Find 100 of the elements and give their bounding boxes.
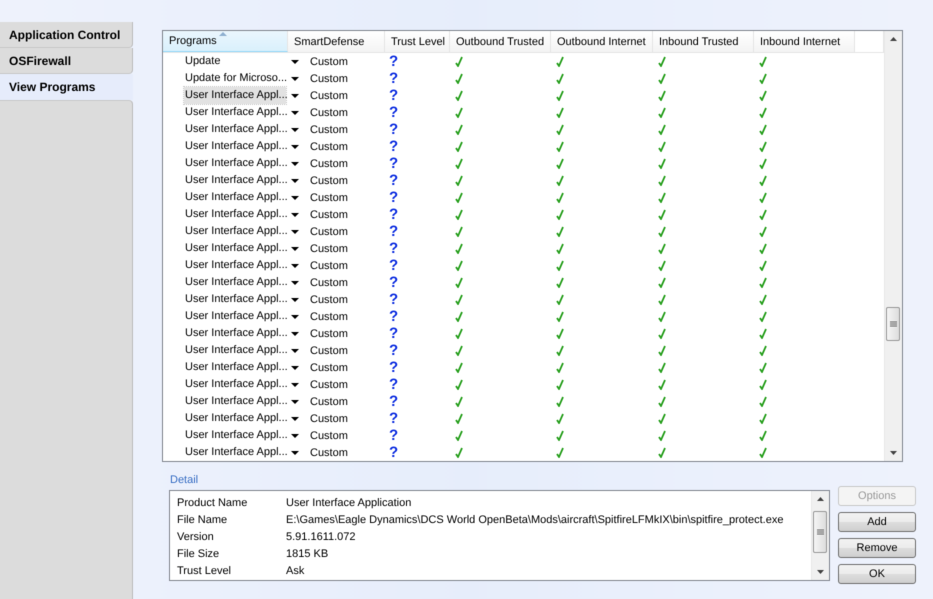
program-name[interactable]: User Interface Appl... [184,223,286,240]
column-header[interactable]: Trust Level [385,31,450,52]
program-name[interactable]: User Interface Appl... [184,444,286,461]
check-icon [455,345,463,356]
program-name[interactable]: Update for Microso... [184,70,286,87]
check-icon [455,328,463,339]
dropdown-caret-icon[interactable] [291,144,299,148]
smartdefense-value: Custom [310,226,348,238]
dropdown-caret-icon[interactable] [291,298,299,302]
program-name[interactable]: User Interface Appl... [184,87,286,104]
check-icon [658,158,666,169]
scroll-up-icon[interactable] [817,497,824,501]
scrollbar[interactable] [884,31,902,461]
dropdown-caret-icon[interactable] [291,314,299,318]
scroll-down-icon[interactable] [817,570,824,574]
trust-level-value: ? [389,394,398,409]
program-name[interactable]: User Interface Appl... [184,104,286,121]
check-icon [556,107,564,118]
dropdown-caret-icon[interactable] [291,280,299,284]
dropdown-caret-icon[interactable] [291,212,299,216]
action-button[interactable]: OK [838,564,916,584]
column-header[interactable]: Outbound Internet [551,31,653,52]
check-icon [658,243,666,254]
trust-level-value: ? [389,88,398,103]
program-name[interactable]: User Interface Appl... [184,138,286,155]
check-icon [759,430,767,441]
program-name[interactable]: User Interface Appl... [184,240,286,257]
program-name[interactable]: User Interface Appl... [184,172,286,189]
check-icon [658,107,666,118]
dropdown-caret-icon[interactable] [291,366,299,370]
dropdown-caret-icon[interactable] [291,246,299,250]
dropdown-caret-icon[interactable] [291,162,299,166]
check-icon [556,90,564,101]
program-name[interactable]: User Interface Appl... [184,291,286,308]
detail-value: 1815 KB [286,548,328,560]
dropdown-caret-icon[interactable] [291,94,299,98]
program-name[interactable]: User Interface Appl... [184,342,286,359]
program-name[interactable]: User Interface Appl... [184,121,286,138]
dropdown-caret-icon[interactable] [291,196,299,200]
program-name[interactable]: User Interface Appl... [184,427,286,444]
sidebar-tab[interactable]: Application Control [0,22,133,48]
smartdefense-value: Custom [310,90,348,102]
column-header[interactable]: Inbound Trusted [653,31,754,52]
program-name[interactable]: User Interface Appl... [184,189,286,206]
check-icon [759,209,767,220]
program-name[interactable]: User Interface Appl... [184,257,286,274]
program-name[interactable]: User Interface Appl... [184,206,286,223]
dropdown-caret-icon[interactable] [291,434,299,438]
column-header[interactable]: Outbound Trusted [450,31,551,52]
check-icon [455,430,463,441]
dropdown-caret-icon[interactable] [291,348,299,352]
trust-level-value: ? [389,360,398,375]
program-name[interactable]: User Interface Appl... [184,325,286,342]
dropdown-caret-icon[interactable] [291,230,299,234]
trust-level-value: ? [389,241,398,256]
program-name[interactable]: User Interface Appl... [184,308,286,325]
check-icon [759,413,767,424]
check-icon [759,226,767,237]
check-icon [658,413,666,424]
check-icon [658,90,666,101]
program-name[interactable]: User Interface Appl... [184,359,286,376]
dropdown-caret-icon[interactable] [291,60,299,64]
dropdown-caret-icon[interactable] [291,450,299,454]
dropdown-caret-icon[interactable] [291,382,299,386]
scrollbar[interactable] [811,491,829,580]
trust-level-value: ? [389,54,398,69]
dropdown-caret-icon[interactable] [291,332,299,336]
smartdefense-value: Custom [310,412,348,424]
column-header[interactable]: Programs [163,31,288,52]
check-icon [556,141,564,152]
program-name[interactable]: User Interface Appl... [184,376,286,393]
column-header[interactable]: Inbound Internet [754,31,855,52]
sort-icon [219,32,227,36]
dropdown-caret-icon[interactable] [291,76,299,80]
dropdown-caret-icon[interactable] [291,400,299,404]
sidebar-tab[interactable]: OSFirewall [0,48,133,74]
program-name[interactable]: User Interface Appl... [184,274,286,291]
trust-level-value: ? [389,139,398,154]
program-name[interactable]: User Interface Appl... [184,155,286,172]
action-button[interactable]: Add [838,512,916,532]
check-icon [759,277,767,288]
check-icon [455,124,463,135]
dropdown-caret-icon[interactable] [291,416,299,420]
check-icon [455,209,463,220]
program-name[interactable]: Update [184,53,286,70]
dropdown-caret-icon[interactable] [291,264,299,268]
smartdefense-value: Custom [310,192,348,204]
scroll-up-icon[interactable] [890,37,897,41]
dropdown-caret-icon[interactable] [291,128,299,132]
dropdown-caret-icon[interactable] [291,178,299,182]
dropdown-caret-icon[interactable] [291,110,299,114]
check-icon [455,396,463,407]
scroll-down-icon[interactable] [890,451,897,455]
program-name[interactable]: User Interface Appl... [184,393,286,410]
program-name[interactable]: User Interface Appl... [184,410,286,427]
sidebar-tab[interactable]: View Programs [0,74,133,100]
check-icon [658,430,666,441]
column-header[interactable]: SmartDefense [288,31,385,52]
action-button[interactable]: Remove [838,538,916,558]
trust-level-value: ? [389,411,398,426]
